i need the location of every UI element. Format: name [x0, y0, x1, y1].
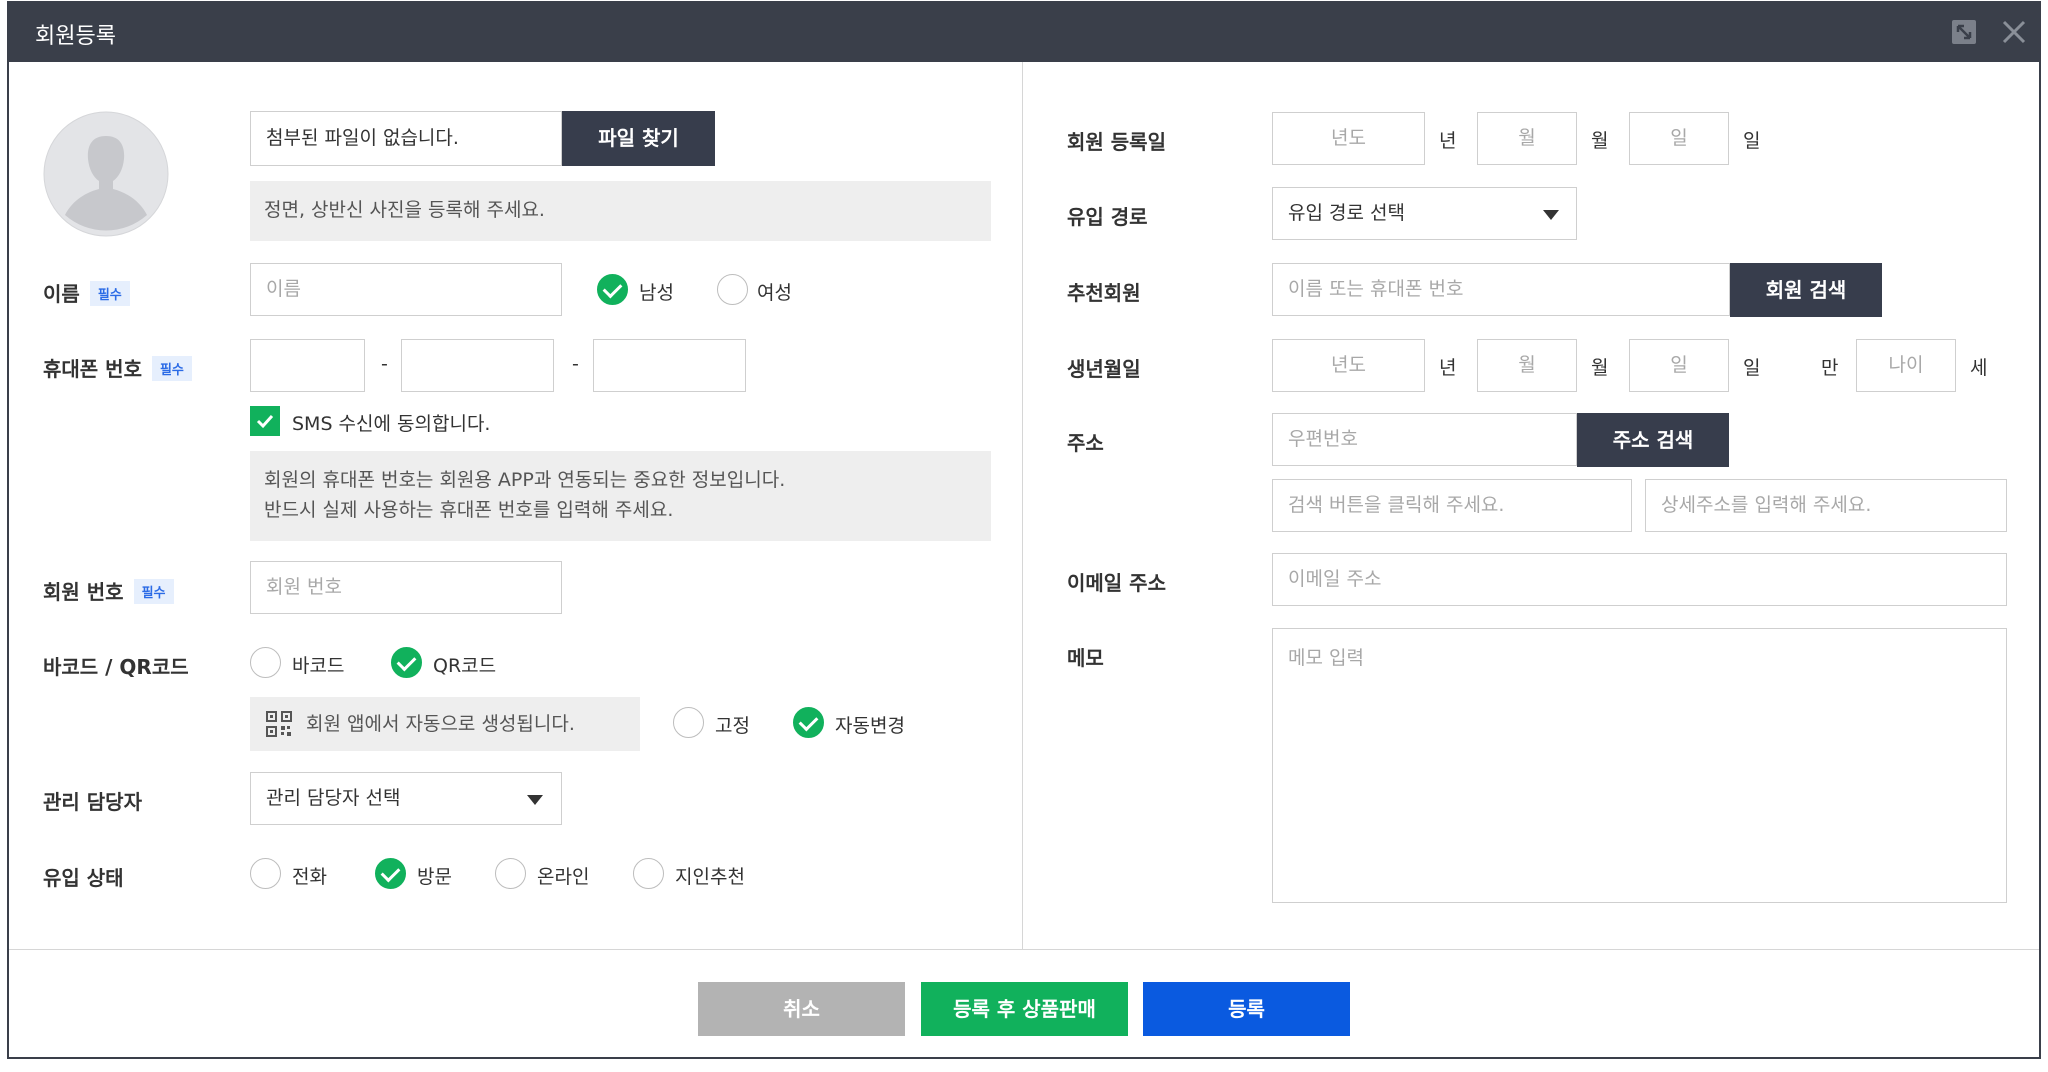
referrer-input[interactable]: 이름 또는 휴대폰 번호 [1272, 263, 1730, 316]
sms-consent-label: SMS 수신에 동의합니다. [292, 413, 491, 435]
phone-separator: - [572, 353, 579, 375]
footer-divider [9, 949, 2039, 950]
birth-month-unit: 월 [1591, 357, 1609, 379]
address-detail-input[interactable]: 상세주소를 입력해 주세요. [1645, 479, 2007, 532]
manager-select[interactable]: 관리 담당자 선택 [250, 772, 562, 825]
code-fixed-label: 고정 [715, 715, 750, 737]
member-search-button[interactable]: 회원 검색 [1730, 263, 1882, 317]
cancel-button[interactable]: 취소 [698, 982, 905, 1036]
photo-file-field[interactable]: 첨부된 파일이 없습니다. [250, 111, 562, 166]
inflow-route-select-value: 유입 경로 선택 [1288, 202, 1405, 224]
gender-female-radio[interactable] [717, 274, 748, 305]
gender-male-radio[interactable] [597, 274, 628, 305]
chevron-down-icon [527, 795, 543, 805]
address-input[interactable]: 검색 버튼을 클릭해 주세요. [1272, 479, 1632, 532]
reg-year-input[interactable]: 년도 [1272, 112, 1425, 165]
gender-male-label: 남성 [639, 282, 674, 304]
dialog-titlebar: 회원등록 [9, 3, 2039, 62]
check-icon [256, 414, 274, 429]
birth-label: 생년월일 [1067, 357, 1141, 381]
manager-select-value: 관리 담당자 선택 [266, 787, 401, 809]
reg-year-unit: 년 [1439, 130, 1457, 152]
phone-part2-input[interactable] [401, 339, 554, 392]
dialog-title: 회원등록 [35, 24, 116, 49]
required-badge: 필수 [151, 356, 192, 381]
member-no-label: 회원 번호 필수 [43, 576, 174, 605]
name-label-text: 이름 [43, 282, 80, 306]
inflow-visit-label: 방문 [417, 866, 452, 888]
member-register-dialog: 회원등록 첨부된 파일이 없습니다. 파일 찾기 정면, 상반신 사진을 등록해… [7, 1, 2041, 1059]
register-button[interactable]: 등록 [1143, 982, 1350, 1036]
phone-label: 휴대폰 번호 필수 [43, 353, 192, 382]
photo-hint: 정면, 상반신 사진을 등록해 주세요. [250, 181, 991, 241]
reg-day-unit: 일 [1743, 130, 1761, 152]
referrer-label: 추천회원 [1067, 281, 1141, 305]
manager-label: 관리 담당자 [43, 790, 142, 814]
inflow-status-label: 유입 상태 [43, 866, 124, 890]
expand-icon[interactable] [1949, 17, 1979, 47]
birth-year-input[interactable]: 년도 [1272, 339, 1425, 392]
qrcode-radio[interactable] [391, 647, 422, 678]
barcode-label: 바코드 [292, 655, 345, 677]
birth-day-unit: 일 [1743, 357, 1761, 379]
age-unit: 세 [1970, 357, 1988, 379]
email-input[interactable]: 이메일 주소 [1272, 553, 2007, 606]
reg-day-input[interactable]: 일 [1629, 112, 1729, 165]
birth-month-input[interactable]: 월 [1477, 339, 1577, 392]
inflow-referral-label: 지인추천 [675, 866, 745, 888]
reg-month-input[interactable]: 월 [1477, 112, 1577, 165]
code-fixed-radio[interactable] [673, 707, 704, 738]
inflow-visit-radio[interactable] [375, 858, 406, 889]
phone-part1-input[interactable] [250, 339, 365, 392]
age-input[interactable]: 나이 [1856, 339, 1956, 392]
qr-code-icon [266, 711, 292, 737]
birth-year-unit: 년 [1439, 357, 1457, 379]
close-icon[interactable] [1999, 17, 2029, 47]
email-label: 이메일 주소 [1067, 571, 1166, 595]
reg-date-label: 회원 등록일 [1067, 130, 1166, 154]
inflow-route-select[interactable]: 유입 경로 선택 [1272, 187, 1577, 240]
birth-day-input[interactable]: 일 [1629, 339, 1729, 392]
qr-info-box: 회원 앱에서 자동으로 생성됩니다. [250, 697, 640, 751]
avatar [43, 111, 169, 237]
find-file-button[interactable]: 파일 찾기 [562, 111, 715, 166]
barcode-radio[interactable] [250, 647, 281, 678]
zip-input[interactable]: 우편번호 [1272, 413, 1577, 466]
chevron-down-icon [1543, 210, 1559, 220]
code-label: 바코드 / QR코드 [43, 655, 189, 679]
code-auto-radio[interactable] [793, 707, 824, 738]
name-label: 이름 필수 [43, 278, 130, 307]
qrcode-label: QR코드 [433, 655, 497, 677]
address-search-button[interactable]: 주소 검색 [1577, 413, 1729, 467]
phone-notice: 회원의 휴대폰 번호는 회원용 APP과 연동되는 중요한 정보입니다. 반드시… [250, 451, 991, 541]
memo-label: 메모 [1067, 646, 1104, 670]
address-label: 주소 [1067, 431, 1104, 455]
memo-textarea[interactable]: 메모 입력 [1272, 628, 2007, 903]
name-input[interactable]: 이름 [250, 263, 562, 316]
qr-info-text: 회원 앱에서 자동으로 생성됩니다. [306, 713, 575, 735]
sms-consent-checkbox[interactable] [250, 406, 280, 436]
inflow-online-label: 온라인 [537, 866, 590, 888]
required-badge: 필수 [89, 281, 130, 306]
code-auto-label: 자동변경 [835, 715, 905, 737]
member-no-input[interactable]: 회원 번호 [250, 561, 562, 614]
column-divider [1022, 62, 1023, 950]
reg-month-unit: 월 [1591, 130, 1609, 152]
age-prefix: 만 [1821, 357, 1839, 379]
member-no-label-text: 회원 번호 [43, 580, 124, 604]
inflow-route-label: 유입 경로 [1067, 205, 1148, 229]
inflow-online-radio[interactable] [495, 858, 526, 889]
phone-notice-line2: 반드시 실제 사용하는 휴대폰 번호를 입력해 주세요. [264, 499, 674, 521]
register-and-sell-button[interactable]: 등록 후 상품판매 [921, 982, 1128, 1036]
inflow-referral-radio[interactable] [633, 858, 664, 889]
phone-part3-input[interactable] [593, 339, 746, 392]
phone-notice-line1: 회원의 휴대폰 번호는 회원용 APP과 연동되는 중요한 정보입니다. [264, 469, 786, 491]
phone-label-text: 휴대폰 번호 [43, 357, 142, 381]
phone-separator: - [381, 353, 388, 375]
inflow-phone-label: 전화 [292, 866, 327, 888]
required-badge: 필수 [133, 579, 174, 604]
gender-female-label: 여성 [757, 282, 792, 304]
inflow-phone-radio[interactable] [250, 858, 281, 889]
